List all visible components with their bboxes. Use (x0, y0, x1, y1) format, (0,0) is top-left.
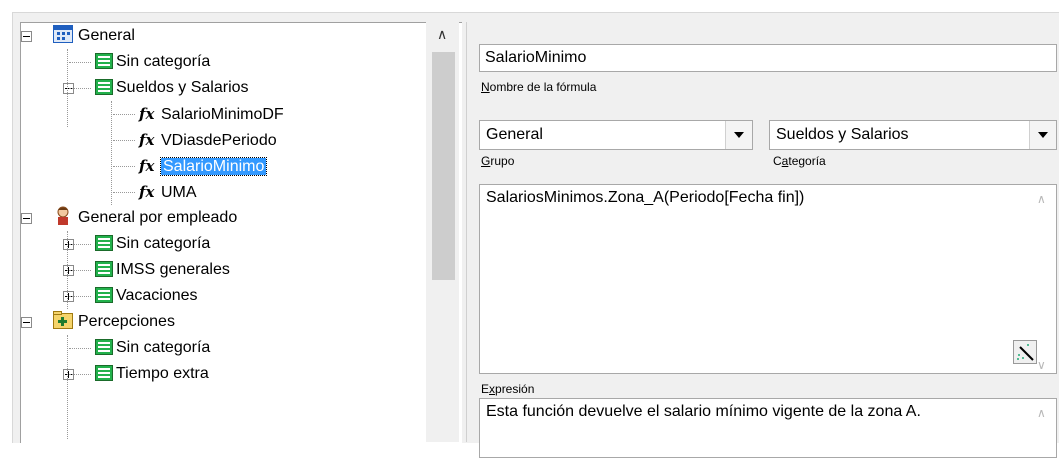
expression-text: SalariosMinimos.Zona_A(Periodo[Fecha fin… (486, 189, 805, 206)
formula-tree[interactable]: General Sin categoría Sueldos y Salarios fx… (20, 22, 462, 443)
tree-connector (69, 374, 91, 376)
category-label: Categoría (773, 154, 826, 168)
plus-folder-icon (53, 311, 75, 329)
tree-connector (69, 348, 91, 350)
fx-icon: fx (139, 105, 155, 123)
tree-connector (69, 270, 91, 272)
fx-icon: fx (139, 157, 155, 175)
description-textarea[interactable]: Esta función devuelve el salario mínimo … (479, 398, 1057, 458)
calendar-icon (53, 25, 75, 43)
formula-editor-pane: SalarioMinimo Nombre de la fórmula Gener… (466, 22, 1059, 458)
magic-wand-icon (1017, 344, 1034, 361)
person-icon (53, 205, 75, 225)
tree-item-label: SalarioMinimo (159, 157, 268, 176)
tree-scrollbar-thumb[interactable] (432, 52, 455, 280)
expression-textarea[interactable]: SalariosMinimos.Zona_A(Periodo[Fecha fin… (479, 184, 1057, 374)
tree-item-label: Sin categoría (116, 235, 211, 252)
tree-item[interactable]: fx SalarioMinimoDF (139, 101, 284, 127)
tree-connector (111, 101, 113, 205)
tree-item-label: VDiasdePeriodo (161, 132, 277, 149)
tree-connector (113, 166, 135, 168)
tree-connector (69, 244, 91, 246)
tree-item[interactable]: Sin categoría (95, 335, 210, 361)
collapse-icon[interactable] (21, 213, 32, 224)
tree-connector (113, 192, 135, 194)
group-label: Grupo (481, 154, 515, 168)
tree-item[interactable]: Vacaciones (95, 283, 198, 309)
memo-scroll-down-icon[interactable]: ∨ (1037, 358, 1046, 372)
expression-label: Expresión (481, 382, 535, 396)
collapse-icon[interactable] (21, 317, 32, 328)
tree-item[interactable]: fx SalarioMinimo (139, 153, 268, 179)
list-icon (95, 364, 113, 381)
tree-item[interactable]: General por empleado (53, 205, 237, 231)
tree-connector (69, 296, 91, 298)
group-select[interactable]: General (479, 120, 753, 150)
list-icon (95, 234, 113, 251)
tree-item-label: Sin categoría (116, 339, 211, 356)
tree-connector (113, 140, 135, 142)
tree-item[interactable]: General (53, 23, 135, 49)
description-scroll-up-icon[interactable]: ∧ (1037, 406, 1046, 420)
tree-connector (67, 335, 69, 439)
tree-item-label: IMSS generales (116, 261, 230, 278)
tree-item[interactable]: Tiempo extra (95, 361, 209, 387)
tree-item-label: General por empleado (78, 209, 238, 226)
formula-name-label: Nombre de la fórmula (481, 80, 597, 94)
tree-item[interactable]: fx VDiasdePeriodo (139, 127, 277, 153)
description-text: Esta función devuelve el salario mínimo … (486, 403, 921, 420)
chevron-down-icon[interactable] (725, 121, 752, 149)
fx-icon: fx (139, 183, 155, 201)
category-select-value: Sueldos y Salarios (776, 126, 909, 143)
tree-item-label: Vacaciones (116, 287, 198, 304)
group-select-value: General (486, 126, 543, 143)
scroll-up-icon[interactable]: ∧ (437, 26, 447, 43)
tree-connector (67, 231, 69, 309)
tree-item[interactable]: fx UMA (139, 179, 197, 205)
tree-item[interactable]: Sueldos y Salarios (95, 75, 249, 101)
category-select[interactable]: Sueldos y Salarios (769, 120, 1057, 150)
expression-wizard-button[interactable] (1013, 340, 1037, 364)
tree-item[interactable]: Percepciones (53, 309, 175, 335)
chevron-down-icon[interactable] (1029, 121, 1056, 149)
tree-connector (67, 49, 69, 127)
list-icon (95, 260, 113, 277)
formula-name-input[interactable]: SalarioMinimo (479, 44, 1057, 72)
tree-item-label: Tiempo extra (116, 365, 209, 382)
tree-connector (69, 88, 91, 90)
list-icon (95, 338, 113, 355)
fx-icon: fx (139, 131, 155, 149)
tree-connector (113, 114, 135, 116)
tree-connector (69, 62, 91, 64)
tree-item[interactable]: Sin categoría (95, 49, 210, 75)
tree-item-label: Sueldos y Salarios (116, 79, 249, 96)
tree-item-label: UMA (161, 184, 197, 201)
collapse-icon[interactable] (21, 31, 32, 42)
tree-item-label: General (78, 27, 135, 44)
list-icon (95, 78, 113, 95)
tree-item-label: SalarioMinimoDF (161, 106, 284, 123)
tree-item-label: Percepciones (78, 313, 175, 330)
tree-item-label: Sin categoría (116, 53, 211, 70)
list-icon (95, 286, 113, 303)
tree-item[interactable]: Sin categoría (95, 231, 210, 257)
tree-item[interactable]: IMSS generales (95, 257, 230, 283)
memo-scroll-up-icon[interactable]: ∧ (1037, 192, 1046, 206)
list-icon (95, 52, 113, 69)
